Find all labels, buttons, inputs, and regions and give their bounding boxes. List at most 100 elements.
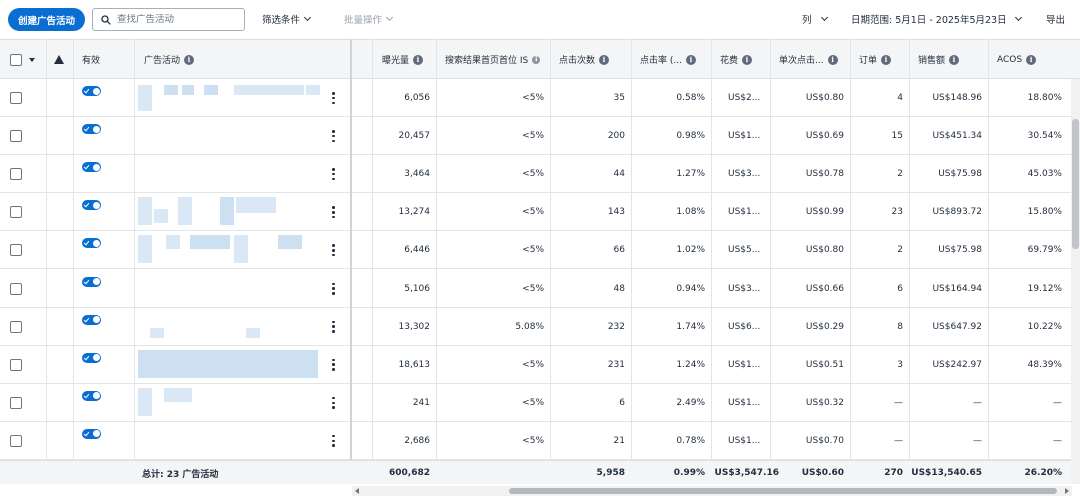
info-icon[interactable]: i [413, 54, 424, 65]
info-icon[interactable]: i [532, 55, 541, 64]
more-options-icon[interactable] [332, 434, 335, 447]
active-toggle[interactable] [82, 162, 101, 173]
header-ctr[interactable]: 点击率 (... i [632, 40, 696, 79]
row-checkbox[interactable] [10, 320, 22, 333]
row-active-cell [82, 117, 101, 155]
header-sales[interactable]: 销售额 i [910, 40, 960, 79]
bulk-actions-dropdown[interactable]: 批量操作 [344, 12, 394, 26]
row-active-cell [82, 270, 101, 308]
header-campaign[interactable]: 广告活动 i [136, 40, 195, 79]
vertical-scrollbar[interactable] [1071, 79, 1080, 484]
active-toggle[interactable] [82, 86, 101, 96]
scroll-right-icon[interactable] [1065, 488, 1069, 494]
info-icon[interactable]: i [1026, 54, 1037, 65]
export-button[interactable]: 导出 [1046, 12, 1065, 26]
search-input[interactable] [117, 14, 237, 25]
active-toggle[interactable] [82, 124, 101, 135]
info-icon[interactable]: i [599, 54, 610, 65]
table-row[interactable]: 5,106 <5% 48 0.94% US$3... US$0.66 6 US$164.94 1… [0, 270, 1080, 308]
info-icon[interactable]: i [184, 54, 195, 65]
filter-dropdown[interactable]: 筛选条件 [262, 12, 312, 26]
active-toggle[interactable] [82, 390, 101, 401]
horizontal-scroll-thumb[interactable] [509, 488, 1057, 494]
row-checkbox[interactable] [10, 130, 22, 143]
header-active[interactable]: 有效 [74, 40, 100, 79]
row-checkbox[interactable] [10, 92, 22, 104]
row-active-cell [82, 231, 101, 269]
campaign-name-obscured[interactable] [136, 308, 326, 346]
kebab-dot [332, 358, 335, 362]
row-checkbox[interactable] [10, 168, 22, 181]
row-checkbox[interactable] [10, 434, 22, 447]
table-row[interactable]: 20,457 <5% 200 0.98% US$1... US$0.69 15 US$451.… [0, 117, 1080, 156]
table-row[interactable]: 3,464 <5% 44 1.27% US$3... US$0.78 2 US$75.98 45… [0, 155, 1080, 194]
select-all[interactable] [2, 40, 35, 79]
vertical-scroll-thumb[interactable] [1072, 119, 1079, 249]
select-all-checkbox[interactable] [10, 53, 22, 66]
more-options-icon[interactable] [332, 92, 335, 104]
info-icon[interactable]: i [949, 54, 960, 65]
campaign-name-obscured[interactable] [136, 422, 326, 460]
table-row[interactable]: 18,613 <5% 231 1.24% US$1... US$0.51 3 US$242.9… [0, 346, 1080, 384]
row-checkbox[interactable] [10, 358, 22, 371]
header-clicks[interactable]: 点击次数 i [551, 40, 610, 79]
active-toggle[interactable] [82, 428, 101, 439]
more-options-icon[interactable] [332, 130, 335, 143]
header-orders-label: 订单 [859, 56, 878, 66]
scroll-left-icon[interactable] [355, 488, 359, 494]
more-options-icon[interactable] [332, 396, 335, 409]
horizontal-scrollbar[interactable] [352, 486, 1072, 496]
table-row[interactable]: 6,056 <5% 35 0.58% US$2... US$0.80 4 US$148.96 1… [0, 79, 1080, 117]
row-checkbox[interactable] [10, 282, 22, 295]
header-orders[interactable]: 订单 i [851, 40, 892, 79]
table-row[interactable]: 6,446 <5% 66 1.02% US$5... US$0.80 2 US$75.98 69… [0, 231, 1080, 270]
campaign-name-obscured[interactable] [136, 270, 326, 308]
active-toggle[interactable] [82, 238, 101, 249]
search-box[interactable] [92, 8, 245, 31]
table-row[interactable]: 13,302 5.08% 232 1.74% US$6... US$0.29 8 US$647… [0, 308, 1080, 346]
header-spend[interactable]: 花费 i [712, 40, 753, 79]
cell-orders: 4 [897, 93, 903, 103]
header-cpc[interactable]: 单次点击... i [771, 40, 838, 79]
cell-ctr: 0.78% [676, 435, 705, 446]
more-options-icon[interactable] [332, 320, 335, 333]
info-icon[interactable]: i [742, 54, 753, 65]
table-row[interactable]: 13,274 <5% 143 1.08% US$1... US$0.99 23 US$893.… [0, 193, 1080, 232]
header-impressions[interactable]: 曝光量 i [374, 40, 424, 79]
campaign-name-obscured[interactable] [136, 193, 326, 231]
cell-top-is: <5% [522, 397, 544, 408]
info-icon[interactable]: i [827, 54, 838, 65]
more-options-icon[interactable] [332, 282, 335, 295]
active-toggle[interactable] [82, 200, 101, 211]
campaign-name-obscured[interactable] [136, 384, 326, 422]
more-options-icon[interactable] [332, 358, 335, 371]
row-checkbox[interactable] [10, 396, 22, 409]
table-row[interactable]: 241 <5% 6 2.49% US$1... US$0.32 — — — [0, 384, 1080, 422]
create-campaign-button[interactable]: 创建广告活动 [8, 8, 85, 31]
campaign-name-obscured[interactable] [136, 155, 326, 193]
campaign-name-obscured[interactable] [136, 79, 326, 117]
campaign-name-obscured[interactable] [136, 231, 326, 269]
info-icon[interactable]: i [685, 54, 696, 65]
columns-dropdown[interactable]: 列 [802, 12, 828, 26]
caret-down-icon[interactable] [29, 57, 35, 62]
cell-clicks: 200 [607, 131, 625, 142]
column-divider [631, 39, 632, 484]
more-options-icon[interactable] [332, 244, 335, 257]
active-toggle[interactable] [82, 276, 101, 287]
more-options-icon[interactable] [332, 168, 335, 181]
cell-acos: 48.39% [1027, 359, 1062, 370]
header-acos[interactable]: ACOS i [989, 40, 1037, 79]
cell-spend: US$3... [728, 169, 761, 180]
campaign-name-obscured[interactable] [136, 117, 326, 155]
row-checkbox[interactable] [10, 206, 22, 219]
more-options-icon[interactable] [332, 206, 335, 219]
active-toggle[interactable] [82, 352, 101, 363]
header-top-is[interactable]: 搜索结果首页首位 IS i [437, 40, 541, 79]
table-row[interactable]: 2,686 <5% 21 0.78% US$1... US$0.70 — — — [0, 422, 1080, 460]
row-checkbox[interactable] [10, 244, 22, 257]
date-range-dropdown[interactable]: 日期范围: 5月1日 - 2025年5月23日 [851, 12, 1022, 26]
info-icon[interactable]: i [881, 54, 892, 65]
active-toggle[interactable] [82, 314, 101, 325]
campaign-name-obscured[interactable] [136, 346, 326, 384]
